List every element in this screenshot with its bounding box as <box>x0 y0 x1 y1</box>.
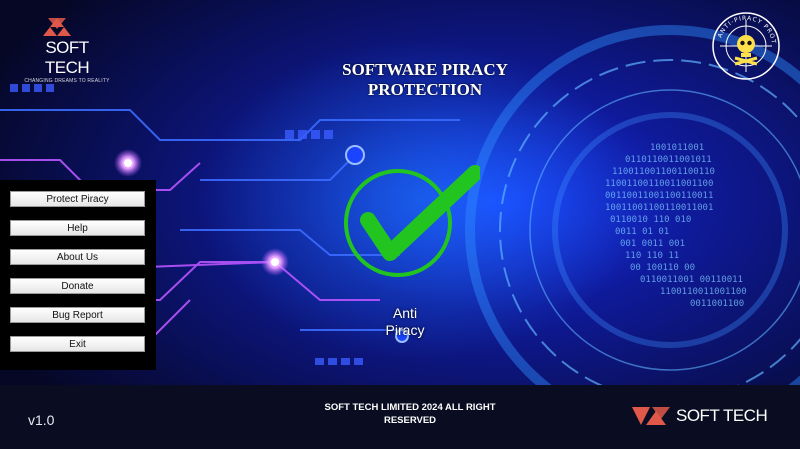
main-menu: Protect Piracy Help About Us Donate Bug … <box>0 180 156 370</box>
copyright-line-1: SOFT TECH LIMITED 2024 ALL RIGHT <box>324 402 496 413</box>
footer-logo: SOFT TECH <box>632 405 768 427</box>
svg-text:11001100110011001100: 11001100110011001100 <box>605 179 713 189</box>
status-line-2: Piracy <box>385 322 425 338</box>
title-line-1: SOFTWARE PIRACY <box>342 60 508 79</box>
svg-text:0110010 110 010: 0110010 110 010 <box>610 215 691 225</box>
anti-piracy-badge-icon: ANTI-PIRACY PROTECTION <box>708 8 780 80</box>
title-line-2: PROTECTION <box>367 80 483 99</box>
footer-brand-name: SOFT TECH <box>676 406 768 425</box>
svg-text:0011001100: 0011001100 <box>690 299 744 309</box>
page-title: SOFTWARE PIRACY PROTECTION <box>300 60 550 100</box>
svg-text:1100110011001100110: 1100110011001100110 <box>612 167 715 177</box>
protection-status: Anti Piracy <box>370 305 440 339</box>
status-line-1: Anti <box>392 305 418 321</box>
donate-button[interactable]: Donate <box>10 278 145 294</box>
version-label: v1.0 <box>28 412 55 428</box>
bug-report-button[interactable]: Bug Report <box>10 307 145 323</box>
svg-text:1100110011001100: 1100110011001100 <box>660 287 747 297</box>
checkmark-icon <box>344 165 480 277</box>
svg-text:110 110 11: 110 110 11 <box>625 251 679 261</box>
svg-text:001 0011 001: 001 0011 001 <box>620 239 685 249</box>
footer-bar: v1.0 SOFT TECH LIMITED 2024 ALL RIGHT RE… <box>0 385 800 449</box>
svg-text:0110011001 00110011: 0110011001 00110011 <box>640 275 743 285</box>
copyright-text: SOFT TECH LIMITED 2024 ALL RIGHT RESERVE… <box>300 401 520 427</box>
svg-text:0110110011001011: 0110110011001011 <box>625 155 712 165</box>
about-us-button[interactable]: About Us <box>10 249 145 265</box>
svg-text:00 100110 00: 00 100110 00 <box>630 263 695 273</box>
brand-logo: SOFT TECH CHANGING DREAMS TO REALITY <box>22 14 112 84</box>
svg-text:1001011001: 1001011001 <box>650 143 704 153</box>
exit-button[interactable]: Exit <box>10 336 145 352</box>
logo-triangle-icon <box>632 407 670 425</box>
help-button[interactable]: Help <box>10 220 145 236</box>
svg-text:10011001100110011001: 10011001100110011001 <box>605 203 713 213</box>
svg-text:0011 01 01: 0011 01 01 <box>615 227 669 237</box>
brand-tagline: CHANGING DREAMS TO REALITY <box>24 78 110 84</box>
svg-text:00110011001100110011: 00110011001100110011 <box>605 191 713 201</box>
protect-piracy-button[interactable]: Protect Piracy <box>10 191 145 207</box>
brand-name: SOFT TECH <box>44 38 90 77</box>
copyright-line-2: RESERVED <box>383 415 437 426</box>
